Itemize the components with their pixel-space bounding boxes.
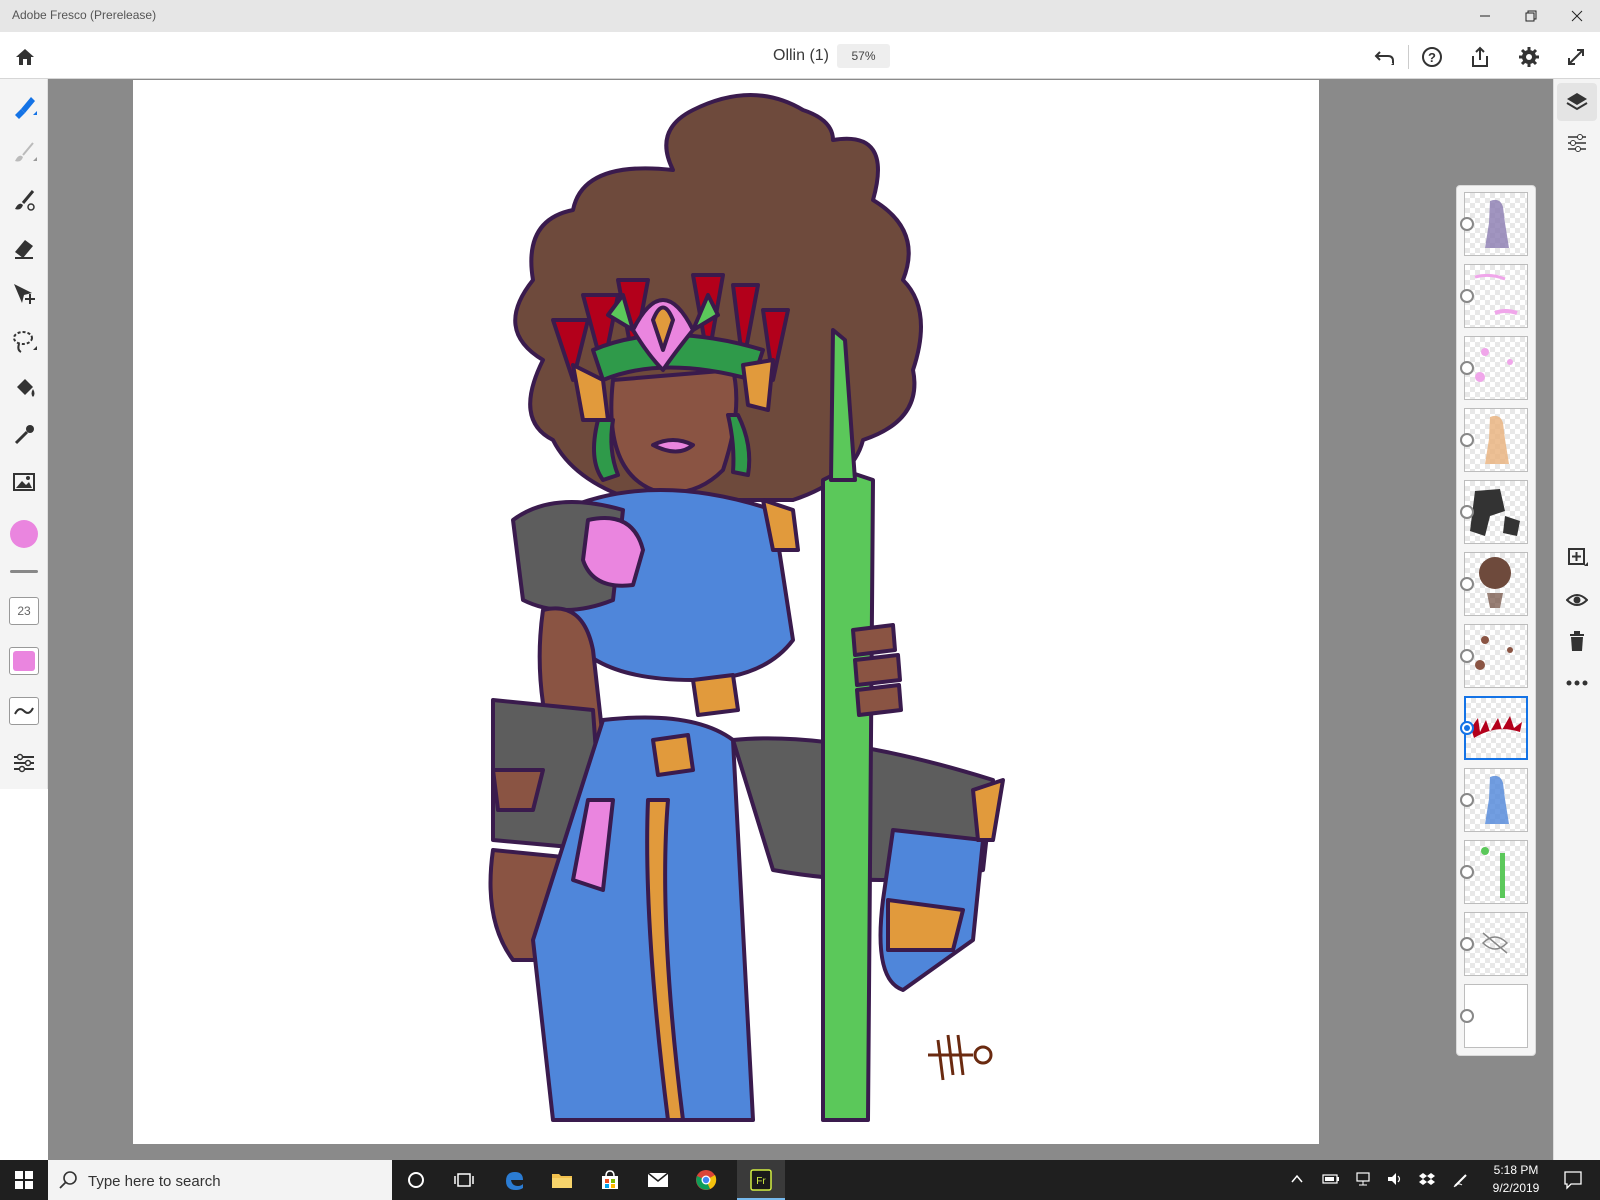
drawing-canvas[interactable]	[133, 80, 1319, 1144]
edge-browser-icon[interactable]	[498, 1164, 530, 1196]
layer-select-radio[interactable]	[1460, 505, 1474, 519]
clock-date[interactable]: 9/2/2019	[1482, 1181, 1550, 1195]
add-layer-icon[interactable]	[1562, 542, 1592, 572]
wave-icon	[14, 707, 34, 715]
search-placeholder: Type here to search	[88, 1173, 221, 1190]
live-brush-icon[interactable]	[6, 134, 42, 170]
pixel-brush-icon[interactable]	[6, 88, 42, 124]
layer-select-radio[interactable]	[1460, 937, 1474, 951]
header-divider	[1408, 45, 1409, 69]
zoom-level[interactable]: 57%	[837, 44, 890, 68]
toolbar-divider	[10, 570, 38, 573]
more-icon[interactable]	[1562, 668, 1592, 698]
clock-time[interactable]: 5:18 PM	[1482, 1163, 1550, 1177]
mail-icon[interactable]	[642, 1164, 674, 1196]
brush-color-swatch	[13, 651, 35, 671]
brush-smoothing-button[interactable]	[9, 697, 39, 725]
layer-select-radio[interactable]	[1460, 577, 1474, 591]
layer-select-radio[interactable]	[1460, 289, 1474, 303]
right-rail	[1553, 79, 1600, 1160]
lasso-select-icon[interactable]	[6, 323, 42, 359]
network-icon[interactable]	[1354, 1172, 1372, 1191]
document-title[interactable]: Ollin (1)	[773, 47, 829, 65]
layer-properties-icon[interactable]	[1562, 128, 1592, 158]
current-color-swatch[interactable]	[10, 520, 38, 548]
svg-text:?: ?	[1428, 50, 1436, 65]
layer-select-radio[interactable]	[1460, 361, 1474, 375]
windows-start-icon[interactable]	[8, 1164, 40, 1196]
layer-select-radio[interactable]	[1460, 217, 1474, 231]
file-explorer-icon[interactable]	[546, 1164, 578, 1196]
layer-select-radio[interactable]	[1460, 1009, 1474, 1023]
search-icon	[58, 1170, 78, 1195]
restore-icon[interactable]	[1508, 0, 1554, 32]
minimize-icon[interactable]	[1462, 0, 1508, 32]
layer-select-radio[interactable]	[1460, 721, 1474, 735]
fill-icon[interactable]	[6, 370, 42, 406]
show-hidden-icons-icon[interactable]	[1290, 1172, 1304, 1191]
vector-brush-icon[interactable]	[6, 182, 42, 218]
artwork-illustration	[488, 93, 1005, 1122]
pen-ink-icon[interactable]	[1452, 1172, 1470, 1193]
layer-select-radio[interactable]	[1460, 793, 1474, 807]
volume-icon[interactable]	[1386, 1172, 1404, 1191]
delete-layer-icon[interactable]	[1562, 626, 1592, 656]
fresco-app-icon: Fr	[745, 1164, 777, 1196]
layers-icon[interactable]	[1557, 83, 1597, 121]
help-icon[interactable]: ?	[1417, 42, 1447, 72]
brush-color-button[interactable]	[9, 647, 39, 675]
brush-size[interactable]: 23	[9, 597, 39, 625]
title-bar	[0, 0, 1600, 32]
home-icon[interactable]	[10, 42, 40, 72]
fullscreen-icon[interactable]	[1561, 42, 1591, 72]
dropbox-icon[interactable]	[1418, 1172, 1436, 1191]
move-transform-icon[interactable]	[6, 276, 42, 312]
app-title: Adobe Fresco (Prerelease)	[12, 8, 157, 22]
action-center-icon[interactable]	[1563, 1170, 1583, 1195]
svg-text:Fr: Fr	[756, 1176, 766, 1187]
share-icon[interactable]	[1465, 42, 1495, 72]
close-icon[interactable]	[1554, 0, 1600, 32]
settings-icon[interactable]	[1514, 42, 1544, 72]
task-view-icon[interactable]	[448, 1164, 480, 1196]
cortana-icon[interactable]	[400, 1164, 432, 1196]
brush-settings-icon[interactable]	[6, 745, 42, 781]
chrome-icon[interactable]	[690, 1164, 722, 1196]
eraser-icon[interactable]	[6, 229, 42, 265]
place-image-icon[interactable]	[6, 464, 42, 500]
layer-select-radio[interactable]	[1460, 649, 1474, 663]
undo-icon[interactable]	[1370, 42, 1400, 72]
visibility-icon[interactable]	[1562, 585, 1592, 615]
store-icon[interactable]	[594, 1164, 626, 1196]
eyedropper-icon[interactable]	[6, 417, 42, 453]
layer-select-radio[interactable]	[1460, 865, 1474, 879]
battery-icon[interactable]	[1322, 1172, 1340, 1191]
layer-select-radio[interactable]	[1460, 433, 1474, 447]
